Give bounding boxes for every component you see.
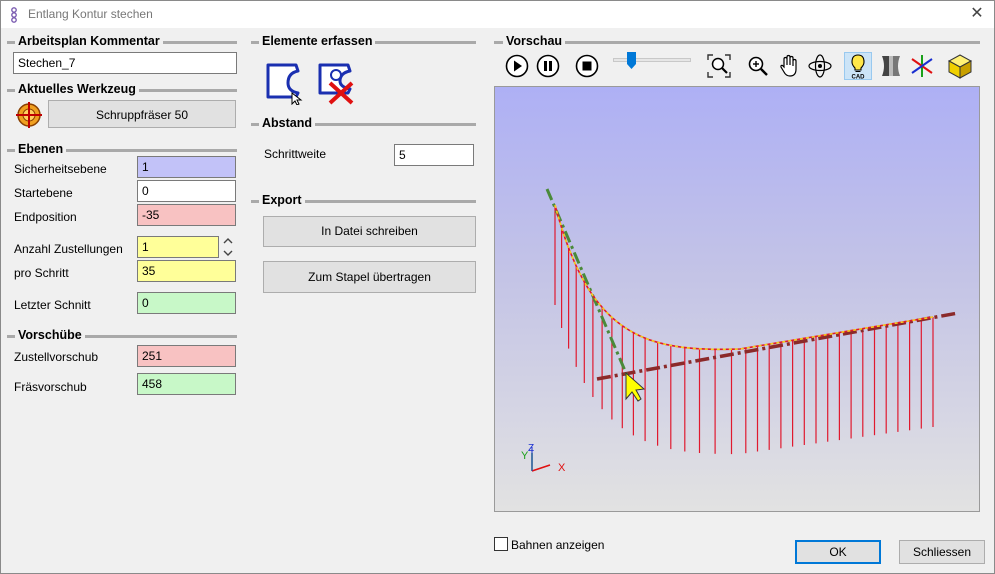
write-file-button[interactable]: In Datei schreiben: [263, 216, 476, 247]
plan-comment-heading: Arbeitsplan Kommentar: [7, 34, 237, 50]
tool-select-button[interactable]: Schruppfräser 50: [48, 100, 236, 128]
show-paths-label: Bahnen anzeigen: [511, 538, 605, 552]
title-bar: Entlang Kontur stechen ✕: [1, 1, 994, 28]
current-tool-heading: Aktuelles Werkzeug: [7, 82, 237, 98]
plan-comment-input[interactable]: Stechen_7: [13, 52, 237, 74]
elements-heading: Elemente erfassen: [251, 34, 476, 50]
infeed-feed-label: Zustellvorschub: [14, 350, 99, 364]
show-paths-checkbox[interactable]: [494, 537, 508, 551]
per-step-input[interactable]: 35: [137, 260, 236, 282]
infeed-count-input[interactable]: 1: [137, 236, 219, 258]
app-icon: [11, 7, 17, 23]
safety-level-input[interactable]: 1: [137, 156, 236, 178]
speed-slider[interactable]: [613, 52, 691, 71]
zoom-icon[interactable]: [745, 53, 771, 79]
svg-text:CAD: CAD: [852, 75, 866, 80]
close-button[interactable]: Schliessen: [899, 540, 985, 564]
start-level-label: Startebene: [14, 186, 73, 200]
rotate-icon[interactable]: [807, 53, 833, 79]
x-axis-label: X: [558, 462, 566, 474]
safety-level-label: Sicherheitsebene: [14, 162, 107, 176]
shading-icon[interactable]: [878, 53, 904, 79]
contour-select-icon[interactable]: [262, 59, 304, 105]
z-axis-label: Z: [528, 443, 534, 454]
zoom-fit-icon[interactable]: [706, 53, 732, 79]
spacing-heading: Abstand: [251, 116, 476, 132]
last-cut-label: Letzter Schnitt: [14, 298, 91, 312]
x-axis-line: [531, 464, 551, 472]
axis-triad: X Y Z: [521, 443, 566, 474]
export-heading: Export: [251, 193, 476, 209]
solid-cube-icon[interactable]: [947, 53, 973, 79]
step-width-label: Schrittweite: [264, 147, 327, 161]
ok-button[interactable]: OK: [795, 540, 881, 564]
step-width-input[interactable]: 5: [394, 144, 474, 166]
close-icon[interactable]: ✕: [968, 5, 986, 23]
last-cut-input[interactable]: 0: [137, 292, 236, 314]
pan-hand-icon[interactable]: [777, 53, 803, 79]
play-icon[interactable]: [504, 53, 530, 79]
infeed-feed-input[interactable]: 251: [137, 345, 236, 367]
stop-icon[interactable]: [574, 53, 600, 79]
mill-feed-label: Fräsvorschub: [14, 380, 87, 394]
center-axis-line: [545, 188, 634, 388]
toolpath-scene: X Y Z: [521, 188, 959, 474]
dialog-window: Entlang Kontur stechen ✕ Arbeitsplan Kom…: [0, 0, 995, 574]
preview-viewport[interactable]: X Y Z: [494, 86, 980, 512]
end-position-input[interactable]: -35: [137, 204, 236, 226]
mouse-cursor-icon: [625, 371, 646, 402]
base-axis-line: [596, 311, 959, 381]
feeds-heading: Vorschübe: [7, 328, 237, 344]
end-position-label: Endposition: [14, 210, 77, 224]
start-level-input[interactable]: 0: [137, 180, 236, 202]
tool-crosshair-icon: [16, 102, 42, 128]
contour-delete-icon[interactable]: [316, 59, 358, 105]
light-cad-icon[interactable]: CAD: [844, 52, 872, 80]
infeed-count-label: Anzahl Zustellungen: [14, 242, 123, 256]
speed-slider-thumb[interactable]: [626, 52, 636, 69]
preview-heading: Vorschau: [494, 34, 980, 50]
axes-icon[interactable]: [909, 53, 935, 79]
to-batch-button[interactable]: Zum Stapel übertragen: [263, 261, 476, 293]
window-title: Entlang Kontur stechen: [28, 7, 153, 21]
pause-icon[interactable]: [535, 53, 561, 79]
per-step-label: pro Schritt: [14, 266, 69, 280]
mill-feed-input[interactable]: 458: [137, 373, 236, 395]
infeed-count-spinner-icon[interactable]: [222, 236, 234, 258]
